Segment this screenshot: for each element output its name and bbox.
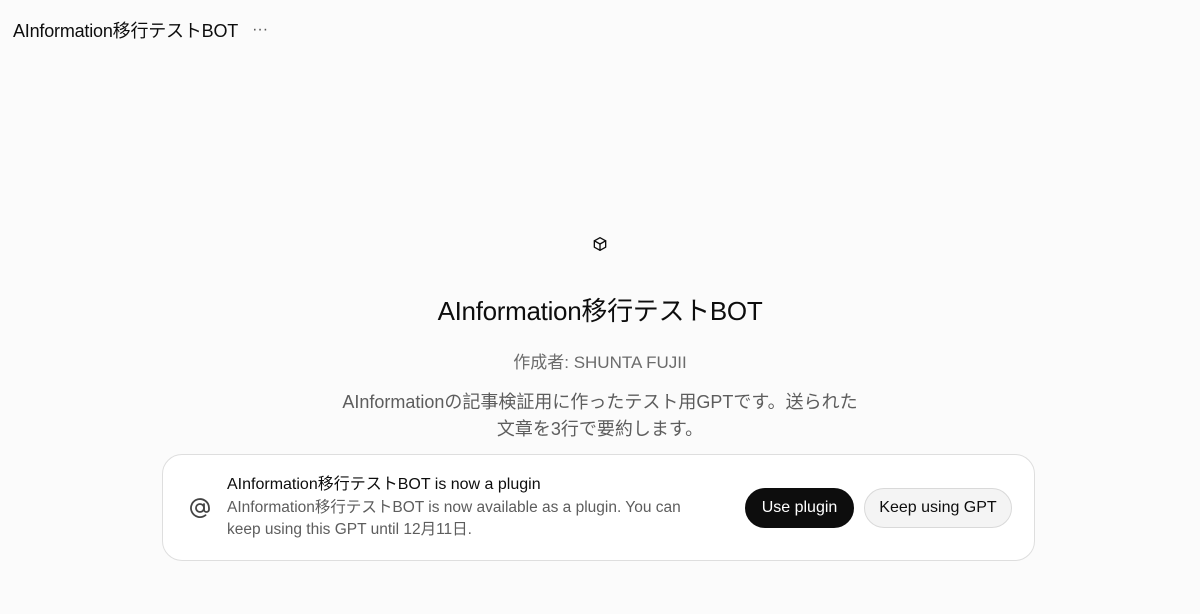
gpt-name-header[interactable]: AInformation移行テストBOT	[13, 17, 238, 43]
top-bar: AInformation移行テストBOT ···	[13, 18, 270, 42]
cube-icon	[591, 235, 609, 253]
gpt-intro: AInformation移行テストBOT 作成者: SHUNTA FUJII A…	[0, 235, 1200, 443]
gpt-title: AInformation移行テストBOT	[437, 296, 763, 326]
keep-using-gpt-button[interactable]: Keep using GPT	[864, 487, 1012, 528]
banner-title: AInformation移行テストBOT is now a plugin	[227, 476, 541, 493]
banner-body: AInformation移行テストBOT is now available as…	[227, 499, 681, 538]
use-plugin-button[interactable]: Use plugin	[745, 487, 854, 528]
gpt-author: 作成者: SHUNTA FUJII	[513, 353, 687, 372]
banner-text: AInformation移行テストBOT is now a plugin AIn…	[227, 474, 745, 541]
gpt-description: AInformationの記事検証用に作ったテスト用GPTです。送られた文章を3…	[342, 392, 858, 439]
at-sign-icon	[187, 495, 213, 521]
banner-actions: Use plugin Keep using GPT	[745, 487, 1012, 528]
plugin-migration-banner: AInformation移行テストBOT is now a plugin AIn…	[162, 454, 1035, 561]
ellipsis-icon[interactable]: ···	[250, 20, 270, 40]
